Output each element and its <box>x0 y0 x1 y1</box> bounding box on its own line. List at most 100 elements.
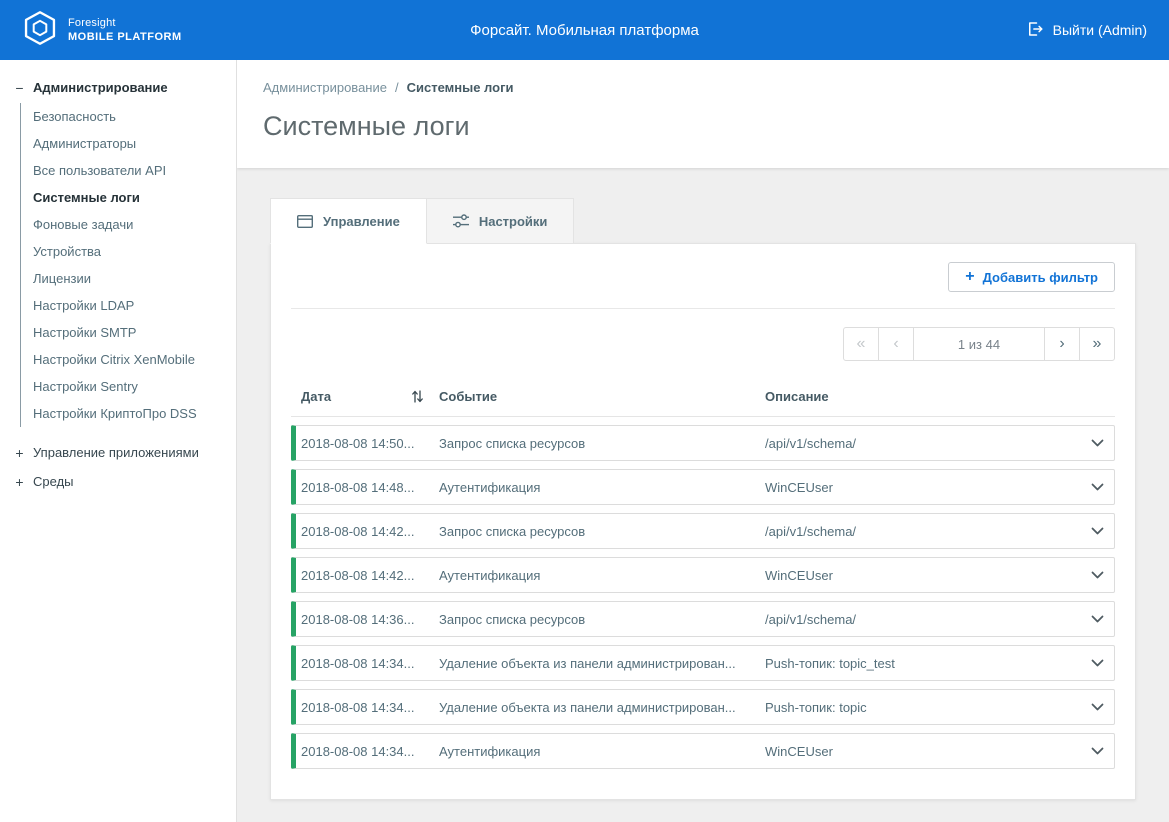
sidebar-submenu: БезопасностьАдминистраторыВсе пользовате… <box>20 103 236 427</box>
log-event: Удаление объекта из панели администриров… <box>439 700 765 715</box>
sidebar-item[interactable]: Настройки Citrix XenMobile <box>21 346 236 373</box>
card-toolbar: + Добавить фильтр <box>291 262 1115 292</box>
column-header-event: Событие <box>439 389 765 404</box>
log-description: /api/v1/schema/ <box>765 524 1080 539</box>
log-date: 2018-08-08 14:42... <box>301 568 439 583</box>
pagination-last-button[interactable]: » <box>1079 327 1115 361</box>
log-description: WinCEUser <box>765 568 1080 583</box>
log-table-body: 2018-08-08 14:50...Запрос списка ресурсо… <box>291 425 1115 769</box>
divider <box>291 308 1115 309</box>
log-description: Push-топик: topic_test <box>765 656 1080 671</box>
column-header-description: Описание <box>765 389 1081 404</box>
sidebar-item[interactable]: Все пользователи API <box>21 157 236 184</box>
table-row[interactable]: 2018-08-08 14:34...Удаление объекта из п… <box>291 645 1115 681</box>
brand-line2: MOBILE PLATFORM <box>68 30 182 44</box>
log-event: Запрос списка ресурсов <box>439 436 765 451</box>
breadcrumb: Администрирование / Системные логи <box>263 80 1143 95</box>
sidebar-item[interactable]: Настройки LDAP <box>21 292 236 319</box>
chevron-down-icon[interactable] <box>1080 747 1114 756</box>
sidebar: − Администрирование БезопасностьАдминист… <box>0 60 237 822</box>
log-date: 2018-08-08 14:36... <box>301 612 439 627</box>
tab-management[interactable]: Управление <box>270 198 427 244</box>
app-header: Форсайт. Мобильная платформа Foresight M… <box>0 0 1169 60</box>
chevron-down-icon[interactable] <box>1080 659 1114 668</box>
table-row[interactable]: 2018-08-08 14:34...АутентификацияWinCEUs… <box>291 733 1115 769</box>
chevron-down-icon[interactable] <box>1080 483 1114 492</box>
logout-icon <box>1026 20 1044 41</box>
add-filter-label: Добавить фильтр <box>983 270 1098 285</box>
plus-icon: + <box>965 269 974 285</box>
log-description: WinCEUser <box>765 744 1080 759</box>
pagination-next-button[interactable]: › <box>1044 327 1080 361</box>
table-row[interactable]: 2018-08-08 14:50...Запрос списка ресурсо… <box>291 425 1115 461</box>
sidebar-item[interactable]: Администраторы <box>21 130 236 157</box>
log-date: 2018-08-08 14:48... <box>301 480 439 495</box>
settings-sliders-icon <box>453 214 469 228</box>
logout-button[interactable]: Выйти (Admin) <box>1026 20 1147 41</box>
sidebar-section-app-management[interactable]: + Управление приложениями <box>0 439 236 466</box>
brand-name: Foresight MOBILE PLATFORM <box>68 16 182 45</box>
collapse-icon[interactable]: − <box>14 81 25 95</box>
logs-card: + Добавить фильтр « ‹ 1 из 44 › » <box>270 243 1136 800</box>
log-date: 2018-08-08 14:34... <box>301 656 439 671</box>
logout-label: Выйти (Admin) <box>1053 22 1147 38</box>
sidebar-item[interactable]: Лицензии <box>21 265 236 292</box>
sort-icon[interactable] <box>412 390 423 403</box>
chevron-down-icon[interactable] <box>1080 615 1114 624</box>
sidebar-item[interactable]: Системные логи <box>21 184 236 211</box>
sidebar-section-label: Среды <box>33 474 74 489</box>
log-description: WinCEUser <box>765 480 1080 495</box>
chevron-down-icon[interactable] <box>1080 439 1114 448</box>
chevron-down-icon[interactable] <box>1080 527 1114 536</box>
log-event: Запрос списка ресурсов <box>439 612 765 627</box>
sidebar-item[interactable]: Безопасность <box>21 103 236 130</box>
sidebar-item[interactable]: Фоновые задачи <box>21 211 236 238</box>
sidebar-section-label: Администрирование <box>33 80 168 95</box>
sidebar-item[interactable]: Настройки SMTP <box>21 319 236 346</box>
log-event: Удаление объекта из панели администриров… <box>439 656 765 671</box>
table-row[interactable]: 2018-08-08 14:34...Удаление объекта из п… <box>291 689 1115 725</box>
log-date: 2018-08-08 14:42... <box>301 524 439 539</box>
table-header: Дата Событие Описание <box>291 381 1115 417</box>
log-date: 2018-08-08 14:34... <box>301 700 439 715</box>
tabs: Управление Настройки <box>270 198 1136 243</box>
tab-settings[interactable]: Настройки <box>427 198 575 244</box>
expand-icon[interactable]: + <box>14 475 25 489</box>
content-area: Управление Настройки + <box>237 168 1169 822</box>
breadcrumb-separator: / <box>395 80 399 95</box>
table-row[interactable]: 2018-08-08 14:48...АутентификацияWinCEUs… <box>291 469 1115 505</box>
sidebar-section-label: Управление приложениями <box>33 445 199 460</box>
log-description: /api/v1/schema/ <box>765 612 1080 627</box>
log-date: 2018-08-08 14:34... <box>301 744 439 759</box>
pagination-prev-button[interactable]: ‹ <box>878 327 914 361</box>
table-row[interactable]: 2018-08-08 14:42...АутентификацияWinCEUs… <box>291 557 1115 593</box>
sidebar-item[interactable]: Устройства <box>21 238 236 265</box>
brand-line1: Foresight <box>68 16 182 30</box>
sidebar-section-environments[interactable]: + Среды <box>0 468 236 495</box>
chevron-down-icon[interactable] <box>1080 703 1114 712</box>
main-area: Администрирование / Системные логи Систе… <box>237 60 1169 822</box>
brand[interactable]: Foresight MOBILE PLATFORM <box>22 10 182 51</box>
brand-logo-icon <box>22 10 58 51</box>
column-header-date: Дата <box>301 389 331 404</box>
expand-icon[interactable]: + <box>14 446 25 460</box>
log-event: Аутентификация <box>439 568 765 583</box>
app-window: Форсайт. Мобильная платформа Foresight M… <box>0 0 1169 822</box>
sidebar-item[interactable]: Настройки КриптоПро DSS <box>21 400 236 427</box>
log-date: 2018-08-08 14:50... <box>301 436 439 451</box>
pagination-page-label: 1 из 44 <box>913 327 1045 361</box>
tab-label: Управление <box>323 214 400 229</box>
sidebar-section-administration[interactable]: − Администрирование <box>0 74 236 101</box>
pagination-first-button[interactable]: « <box>843 327 879 361</box>
chevron-down-icon[interactable] <box>1080 571 1114 580</box>
add-filter-button[interactable]: + Добавить фильтр <box>948 262 1115 292</box>
page-title: Системные логи <box>263 111 1143 142</box>
table-row[interactable]: 2018-08-08 14:42...Запрос списка ресурсо… <box>291 513 1115 549</box>
log-event: Аутентификация <box>439 480 765 495</box>
breadcrumb-parent[interactable]: Администрирование <box>263 80 387 95</box>
pagination: « ‹ 1 из 44 › » <box>291 327 1115 361</box>
table-row[interactable]: 2018-08-08 14:36...Запрос списка ресурсо… <box>291 601 1115 637</box>
sidebar-item[interactable]: Настройки Sentry <box>21 373 236 400</box>
tab-label: Настройки <box>479 214 548 229</box>
log-description: Push-топик: topic <box>765 700 1080 715</box>
